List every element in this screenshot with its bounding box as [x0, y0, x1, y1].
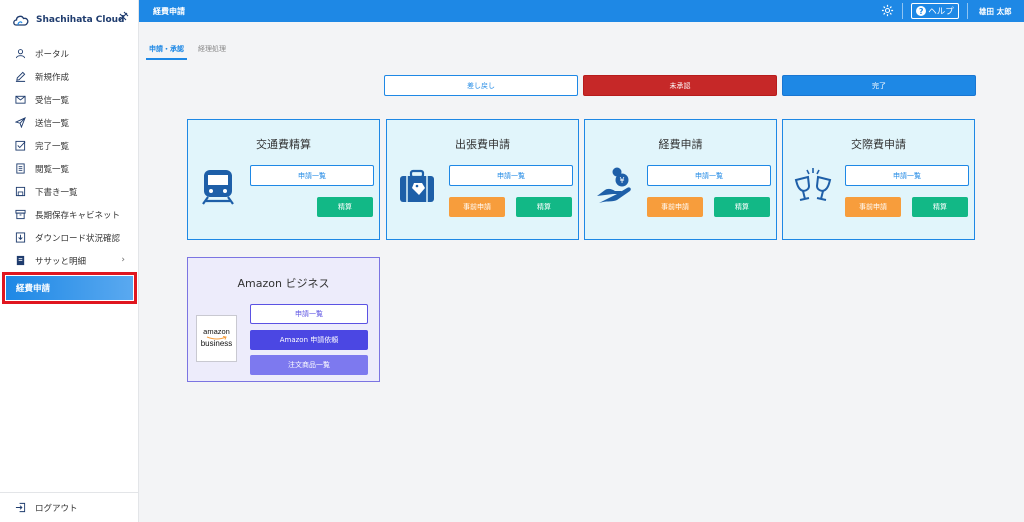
sidebar-item-label: ササッと明細 [35, 256, 87, 267]
application-list-button[interactable]: 申請一覧 [449, 165, 573, 186]
amazon-application-list-button[interactable]: 申請一覧 [250, 304, 368, 324]
settle-button[interactable]: 精算 [912, 197, 968, 217]
sidebar-item-cabinet[interactable]: 長期保存キャビネット [0, 203, 139, 226]
settle-button[interactable]: 精算 [516, 197, 572, 217]
send-icon [15, 117, 26, 128]
check-box-icon [15, 140, 26, 151]
sidebar-item-portal[interactable]: ポータル [0, 42, 139, 65]
receipt-icon [16, 255, 25, 266]
tab-accounting[interactable]: 経理処理 [195, 42, 229, 60]
pre-application-button[interactable]: 事前申請 [845, 197, 901, 217]
brand[interactable]: Shachihata Cloud [12, 10, 125, 30]
sidebar-item-new[interactable]: 新規作成 [0, 65, 139, 88]
tab-apply-approve[interactable]: 申請・承認 [146, 42, 187, 60]
mail-icon [15, 95, 26, 104]
document-icon [16, 163, 25, 174]
sidebar-item-label: ダウンロード状況確認 [35, 233, 121, 244]
sidebar-item-label: 完了一覧 [35, 141, 70, 152]
logout-icon [15, 502, 26, 513]
sidebar: Shachihata Cloud ポータル 新規作成 受信一覧 送信一覧 完了一… [0, 0, 139, 522]
sidebar-item-label: 送信一覧 [35, 118, 70, 129]
card-title: 経費申請 [658, 138, 703, 151]
sidebar-item-label: ポータル [35, 49, 70, 60]
pin-icon[interactable] [117, 11, 129, 23]
download-icon [15, 232, 26, 243]
transportation-card: 交通費精算 申請一覧 精算 [187, 119, 380, 240]
brand-name: Shachihata Cloud [36, 15, 125, 25]
sidebar-item-expense[interactable]: 経費申請 [2, 272, 137, 304]
money-hand-icon: ¥ [597, 167, 631, 203]
chevron-right-icon: › [121, 255, 125, 265]
ordered-items-list-button[interactable]: 注文商品一覧 [250, 355, 368, 375]
entertainment-card: 交際費申請 申請一覧 事前申請 精算 [782, 119, 975, 240]
settle-button[interactable]: 精算 [317, 197, 373, 217]
settle-button[interactable]: 精算 [714, 197, 770, 217]
sidebar-item-label: 下書き一覧 [35, 187, 78, 198]
train-icon [202, 170, 234, 205]
sidebar-item-label: 新規作成 [35, 72, 70, 83]
card-title: 交際費申請 [851, 138, 906, 151]
logout-label: ログアウト [35, 503, 78, 514]
help-icon: ? [916, 6, 927, 16]
amazon-request-button[interactable]: Amazon 申請依頼 [250, 330, 368, 350]
business-trip-card: 出張費申請 申請一覧 事前申請 精算 [386, 119, 579, 240]
expense-card: 経費申請 ¥ 申請一覧 事前申請 精算 [584, 119, 777, 240]
svg-text:¥: ¥ [619, 176, 624, 185]
logo-text: amazon [203, 327, 230, 337]
application-list-button[interactable]: 申請一覧 [845, 165, 969, 186]
gear-icon[interactable] [881, 4, 894, 17]
sidebar-item-download-status[interactable]: ダウンロード状況確認 [0, 226, 139, 249]
help-label: ヘルプ [928, 7, 954, 17]
user-name[interactable]: 雄田 太郎 [979, 6, 1012, 17]
returned-filter-button[interactable]: 差し戻し [384, 75, 578, 96]
logo-text: business [200, 338, 233, 348]
amazon-business-logo: amazon business [196, 315, 237, 362]
card-title: 出張費申請 [455, 138, 510, 151]
sidebar-item-drafts[interactable]: 下書き一覧 [0, 180, 139, 203]
toast-glasses-icon [794, 168, 832, 201]
archive-icon [15, 209, 26, 220]
sidebar-item-viewed[interactable]: 閲覧一覧 [0, 157, 139, 180]
pre-application-button[interactable]: 事前申請 [647, 197, 703, 217]
pre-application-button[interactable]: 事前申請 [449, 197, 505, 217]
page-title: 経費申請 [153, 7, 185, 16]
sidebar-item-inbox[interactable]: 受信一覧 [0, 88, 139, 111]
save-icon [15, 186, 26, 197]
sidebar-item-label: 長期保存キャビネット [35, 210, 121, 221]
pencil-icon [15, 71, 26, 82]
sidebar-item-label: 受信一覧 [35, 95, 70, 106]
tab-bar: 申請・承認 経理処理 [146, 42, 229, 60]
sidebar-item-completed[interactable]: 完了一覧 [0, 134, 139, 157]
application-list-button[interactable]: 申請一覧 [647, 165, 771, 186]
divider [967, 3, 968, 19]
unapproved-filter-button[interactable]: 未承認 [583, 75, 777, 96]
logout-button[interactable]: ログアウト [0, 492, 139, 522]
suitcase-icon [400, 169, 434, 202]
user-icon [15, 49, 26, 59]
application-list-button[interactable]: 申請一覧 [250, 165, 374, 186]
sidebar-item-sent[interactable]: 送信一覧 [0, 111, 139, 134]
completed-filter-button[interactable]: 完了 [782, 75, 976, 96]
sidebar-item-sasatto-meisai[interactable]: ササッと明細 › [0, 249, 139, 272]
sidebar-item-label: 経費申請 [16, 284, 51, 294]
card-title: Amazon ビジネス [237, 277, 330, 290]
card-title: 交通費精算 [256, 138, 311, 151]
divider [902, 3, 903, 19]
amazon-business-card: Amazon ビジネス amazon business 申請一覧 Amazon … [187, 257, 380, 382]
header-bar: 経費申請 ? ヘルプ 雄田 太郎 [139, 0, 1024, 22]
cloud-logo-icon [13, 15, 29, 26]
sidebar-item-label: 閲覧一覧 [35, 164, 70, 175]
help-button[interactable]: ? ヘルプ [911, 3, 959, 19]
sidebar-nav: ポータル 新規作成 受信一覧 送信一覧 完了一覧 閲覧一覧 下書き一覧 長期保存… [0, 42, 139, 304]
